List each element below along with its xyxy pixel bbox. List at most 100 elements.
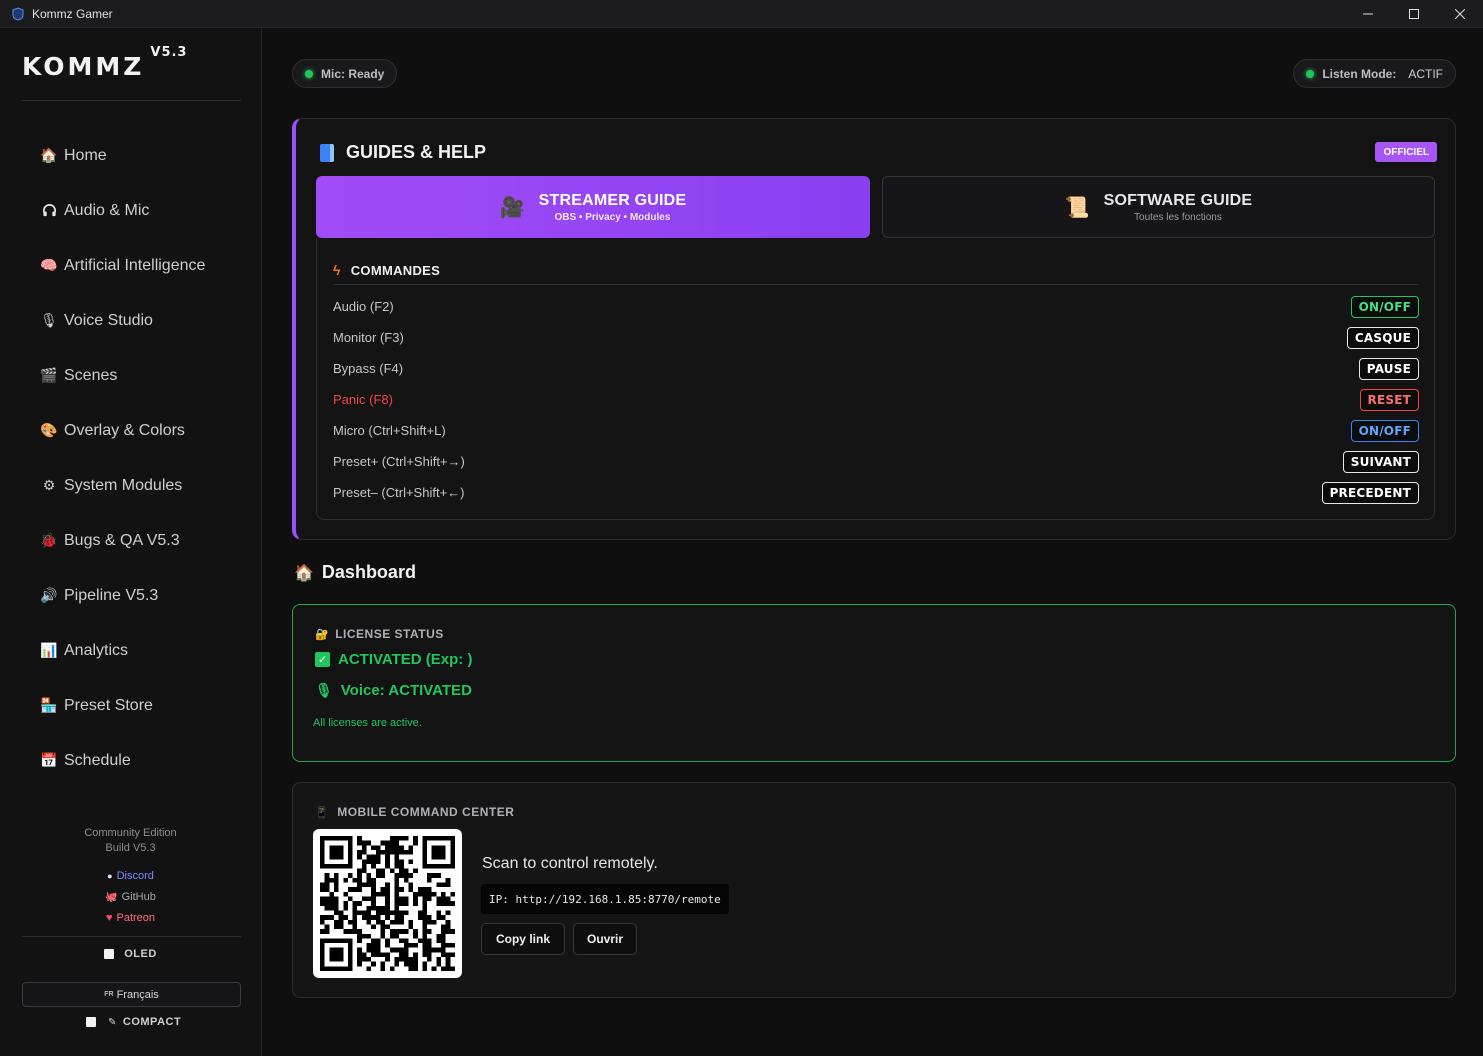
command-row: Audio (F2) ON/OFF: [333, 291, 1419, 322]
command-row: Bypass (F4) PAUSE: [333, 353, 1419, 384]
license-header: 🔐 LICENSE STATUS: [315, 627, 444, 641]
patreon-link[interactable]: ♥ Patreon: [0, 908, 261, 929]
edition-info: Community Edition Build V5.3: [0, 826, 261, 856]
sidebar-item-bugs-qa[interactable]: 🐞 Bugs & QA V5.3: [0, 513, 261, 568]
copy-link-button[interactable]: Copy link: [481, 923, 565, 955]
guides-title: GUIDES & HELP: [320, 142, 486, 163]
license-header-text: LICENSE STATUS: [335, 627, 444, 641]
chat-bubble-icon: ●: [107, 871, 113, 881]
sidebar-item-preset-store[interactable]: 🏪 Preset Store: [0, 678, 261, 733]
oled-toggle[interactable]: OLED: [0, 948, 261, 960]
maximize-button[interactable]: [1391, 0, 1437, 28]
github-link[interactable]: 🐙 GitHub: [0, 887, 261, 908]
sidebar-item-analytics[interactable]: 📊 Analytics: [0, 623, 261, 678]
discord-link[interactable]: ● Discord: [0, 866, 261, 887]
sidebar-item-label: Overlay & Colors: [64, 421, 185, 439]
sidebar-item-schedule[interactable]: 📅 Schedule: [0, 733, 261, 788]
command-row: Micro (Ctrl+Shift+L) ON/OFF: [333, 415, 1419, 446]
tab-label: SOFTWARE GUIDE: [1103, 191, 1253, 209]
sidebar-item-voice-studio[interactable]: 🎙 Voice Studio: [0, 293, 261, 348]
window-controls: [1345, 0, 1483, 28]
command-label: Audio (F2): [333, 299, 394, 314]
divider: [333, 284, 1419, 285]
bug-icon: 🐞: [40, 532, 58, 548]
listen-mode-label: Listen Mode:: [1322, 66, 1397, 81]
sidebar-item-label: Analytics: [64, 641, 129, 659]
qr-code: [313, 829, 462, 978]
title-bar: Kommz Gamer: [0, 0, 1483, 28]
sidebar-item-label: Voice Studio: [64, 311, 153, 329]
tab-streamer-guide[interactable]: 🎥 STREAMER GUIDE OBS • Privacy • Modules: [316, 176, 870, 238]
clapperboard-icon: 🎬: [40, 367, 58, 383]
minimize-button[interactable]: [1345, 0, 1391, 28]
patreon-label: Patreon: [116, 912, 156, 924]
sidebar-item-home[interactable]: 🏠 Home: [0, 128, 261, 183]
brand-name: KOMMZ: [22, 52, 145, 81]
minimize-icon: [1363, 13, 1373, 15]
discord-label: Discord: [116, 870, 154, 882]
sidebar-item-audio-mic[interactable]: Audio & Mic: [0, 183, 261, 238]
social-links: ● Discord 🐙 GitHub ♥ Patreon: [0, 866, 261, 929]
compact-toggle[interactable]: ✎ COMPACT: [86, 1016, 181, 1028]
flag-icon: FR: [104, 991, 114, 998]
listen-mode-value: ACTIF: [1408, 66, 1443, 81]
tab-sublabel: OBS • Privacy • Modules: [554, 211, 671, 223]
scan-instructions: Scan to control remotely.: [482, 855, 658, 872]
sidebar-item-pipeline[interactable]: 🔊 Pipeline V5.3: [0, 568, 261, 623]
sidebar-item-ai[interactable]: 🧠 Artificial Intelligence: [0, 238, 261, 293]
command-label: Panic (F8): [333, 392, 393, 407]
sidebar-item-label: Bugs & QA V5.3: [64, 531, 180, 549]
close-button[interactable]: [1437, 0, 1483, 28]
command-key-badge: SUIVANT: [1342, 450, 1419, 473]
command-row: Preset– (Ctrl+Shift+←) PRECEDENT: [333, 477, 1419, 508]
lightning-icon: ϟ: [333, 262, 341, 278]
house-icon: 🏠: [294, 564, 314, 582]
command-key-badge: PRECEDENT: [1321, 481, 1419, 504]
status-dot-icon: [1306, 69, 1315, 78]
close-icon: [1455, 9, 1465, 19]
sidebar-item-system-modules[interactable]: ⚙ System Modules: [0, 458, 261, 513]
command-key-badge: CASQUE: [1346, 326, 1419, 349]
sidebar-item-overlay[interactable]: 🎨 Overlay & Colors: [0, 403, 261, 458]
brain-icon: 🧠: [40, 257, 58, 273]
command-key-badge: ON/OFF: [1350, 419, 1419, 442]
main-content: Mic: Ready Listen Mode: ACTIF GUIDES & H…: [262, 28, 1483, 1056]
sidebar-item-label: Home: [64, 146, 107, 164]
phone-icon: 📱: [315, 806, 330, 819]
voice-activated-text: Voice: ACTIVATED: [340, 682, 472, 699]
window-title: Kommz Gamer: [32, 6, 113, 21]
ip-address: IP: http://192.168.1.85:8770/remote: [481, 884, 729, 914]
dashboard-title: Dashboard: [321, 562, 416, 582]
app-root: Kommz Gamer KOMMZ V5.3 🏠 Home Audio & Mi…: [0, 0, 1483, 1056]
compact-checkbox[interactable]: [86, 1017, 96, 1027]
language-select[interactable]: FR Français: [22, 982, 241, 1007]
command-label: Bypass (F4): [333, 361, 404, 376]
license-activated-text: ACTIVATED (Exp: ): [338, 651, 473, 668]
commands-box: ϟ COMMANDES Audio (F2) ON/OFF Monitor (F…: [316, 238, 1435, 520]
license-status-card: 🔐 LICENSE STATUS ✓ ACTIVATED (Exp: ) 🎙 V…: [292, 604, 1456, 762]
guides-title-text: GUIDES & HELP: [346, 142, 487, 162]
sidebar: KOMMZ V5.3 🏠 Home Audio & Mic 🧠 Artificia…: [0, 28, 262, 1056]
store-icon: 🏪: [40, 697, 58, 713]
mobile-header-text: MOBILE COMMAND CENTER: [337, 805, 515, 819]
compact-label: COMPACT: [122, 1016, 182, 1028]
tab-software-guide[interactable]: 📜 SOFTWARE GUIDE Toutes les fonctions: [882, 176, 1435, 238]
heart-icon: ♥: [105, 912, 113, 924]
oled-checkbox[interactable]: [104, 949, 115, 959]
voice-activated: 🎙 Voice: ACTIVATED: [315, 682, 472, 699]
oled-label: OLED: [124, 948, 157, 960]
command-label: Monitor (F3): [333, 330, 404, 345]
github-label: GitHub: [121, 891, 156, 903]
page-title: 🏠 Dashboard: [294, 562, 416, 583]
app-logo-icon: [12, 6, 24, 21]
open-button[interactable]: Ouvrir: [573, 923, 637, 955]
house-icon: 🏠: [40, 147, 58, 163]
microphone-icon: 🎙: [40, 312, 58, 328]
bar-chart-icon: 📊: [40, 642, 58, 658]
official-badge: OFFICIEL: [1375, 142, 1437, 162]
build-label: Build V5.3: [105, 842, 156, 854]
command-row: Preset+ (Ctrl+Shift+→) SUIVANT: [333, 446, 1419, 477]
divider: [22, 100, 241, 101]
sidebar-item-scenes[interactable]: 🎬 Scenes: [0, 348, 261, 403]
check-icon: ✓: [315, 652, 330, 667]
